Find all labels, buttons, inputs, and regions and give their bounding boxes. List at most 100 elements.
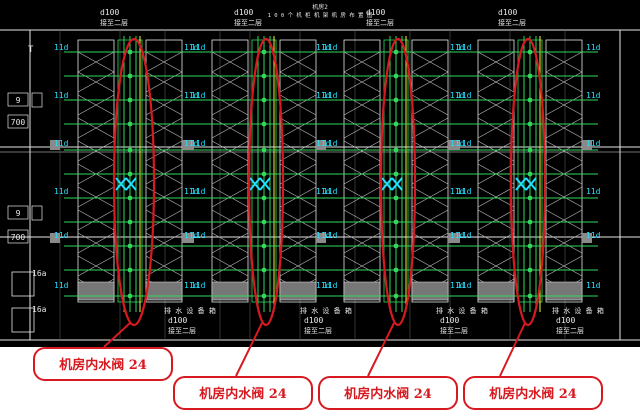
pipe-note-label: 接至二层: [304, 326, 332, 335]
valve-symbol: [527, 171, 533, 177]
branch-label: 11d: [457, 231, 472, 240]
valve-symbol: [527, 147, 533, 153]
valve-symbol: [527, 121, 533, 127]
valve-symbol: [261, 293, 267, 299]
device-label: 排 水 设 备 箱: [552, 306, 604, 315]
branch-label: 11d: [586, 43, 601, 52]
valve-symbol: [261, 243, 267, 249]
dimension-label: 9: [16, 209, 21, 218]
drawing-title: 机房2: [312, 3, 328, 11]
branch-label: 11d: [586, 139, 601, 148]
valve-symbol: [393, 97, 399, 103]
pipe-size-label: d100: [498, 8, 517, 17]
pipe-note-label: 接至二层: [234, 18, 262, 27]
pipe-size-label: d100: [440, 316, 459, 325]
callout-text: 机房内水阀 24: [344, 387, 432, 402]
device-label: 排 水 设 备 箱: [300, 306, 352, 315]
branch-label: 11d: [191, 43, 206, 52]
branch-label: 11d: [323, 139, 338, 148]
pipe-size-label: d100: [168, 316, 187, 325]
pipe-note-label: 接至二层: [100, 18, 128, 27]
cabinet-base: [279, 281, 317, 301]
branch-label: 11d: [54, 281, 69, 290]
branch-label: 11d: [54, 91, 69, 100]
valve-symbol: [527, 219, 533, 225]
pipe-note-label: 接至二层: [556, 326, 584, 335]
drawing-subtitle: 1 0 0 个 机 柜 机 架 机 房 布 置 图: [268, 11, 373, 19]
valve-symbol: [127, 195, 133, 201]
cabinet-base: [343, 281, 381, 301]
device-label: 排 水 设 备 箱: [164, 306, 216, 315]
branch-label: 11d: [457, 187, 472, 196]
branch-label: 11d: [586, 187, 601, 196]
valve-symbol: [393, 147, 399, 153]
valve-symbol: [393, 243, 399, 249]
cabinet-base: [411, 281, 449, 301]
callout-valve-3: 机房内水阀 24: [318, 376, 458, 410]
branch-label: 11d: [323, 231, 338, 240]
pipe-note-label: 接至二层: [366, 18, 394, 27]
callout-text: 机房内水阀 24: [489, 387, 577, 402]
pipe-note-label: 接至二层: [498, 18, 526, 27]
branch-label: 11d: [586, 231, 601, 240]
branch-label: 11d: [457, 281, 472, 290]
dimension-label: 700: [11, 233, 26, 242]
valve-symbol: [127, 147, 133, 153]
cabinet-base: [77, 281, 115, 301]
dimension-label: 9: [16, 96, 21, 105]
cabinet-base: [145, 281, 183, 301]
branch-label: 11d: [191, 231, 206, 240]
valve-symbol: [527, 73, 533, 79]
valve-symbol: [261, 267, 267, 273]
pipe-size-label: d100: [100, 8, 119, 17]
valve-symbol: [261, 121, 267, 127]
valve-symbol: [393, 73, 399, 79]
branch-label: 11d: [323, 91, 338, 100]
callout-valve-4: 机房内水阀 24: [463, 376, 603, 410]
valve-symbol: [261, 147, 267, 153]
branch-label: 11d: [191, 91, 206, 100]
pipe-size-label: d100: [304, 316, 323, 325]
branch-label: 11d: [323, 281, 338, 290]
valve-symbol: [527, 293, 533, 299]
pipe-size-label: d100: [556, 316, 575, 325]
valve-symbol: [393, 49, 399, 55]
callout-text: 机房内水阀 24: [199, 387, 287, 402]
callout-valve-2: 机房内水阀 24: [173, 376, 313, 410]
branch-label: 11d: [457, 43, 472, 52]
valve-symbol: [393, 171, 399, 177]
branch-label: 11d: [54, 231, 69, 240]
pipe-size-label: d100: [234, 8, 253, 17]
pipe-note-label: 接至二层: [440, 326, 468, 335]
branch-label: 11d: [323, 187, 338, 196]
branch-label: 11d: [586, 91, 601, 100]
branch-label: 11d: [191, 139, 206, 148]
valve-symbol: [527, 195, 533, 201]
branch-label: 11d: [457, 91, 472, 100]
branch-label: 11d: [191, 281, 206, 290]
valve-symbol: [393, 121, 399, 127]
branch-label: 11d: [586, 281, 601, 290]
valve-symbol: [393, 195, 399, 201]
valve-symbol: [527, 49, 533, 55]
valve-symbol: [261, 171, 267, 177]
valve-symbol: [127, 73, 133, 79]
valve-symbol: [127, 293, 133, 299]
dimension-label: 700: [11, 118, 26, 127]
branch-label: 11d: [54, 43, 69, 52]
callout-text: 机房内水阀 24: [59, 358, 147, 373]
valve-symbol: [261, 219, 267, 225]
valve-symbol: [261, 73, 267, 79]
valve-symbol: [127, 171, 133, 177]
valve-symbol: [393, 219, 399, 225]
branch-label: 11d: [323, 43, 338, 52]
valve-symbol: [127, 219, 133, 225]
valve-symbol: [127, 97, 133, 103]
valve-symbol: [127, 267, 133, 273]
valve-symbol: [393, 267, 399, 273]
branch-label: 11d: [457, 139, 472, 148]
branch-label: 11d: [54, 139, 69, 148]
cabinet-base: [477, 281, 515, 301]
branch-label: 11d: [191, 187, 206, 196]
valve-symbol: [527, 243, 533, 249]
